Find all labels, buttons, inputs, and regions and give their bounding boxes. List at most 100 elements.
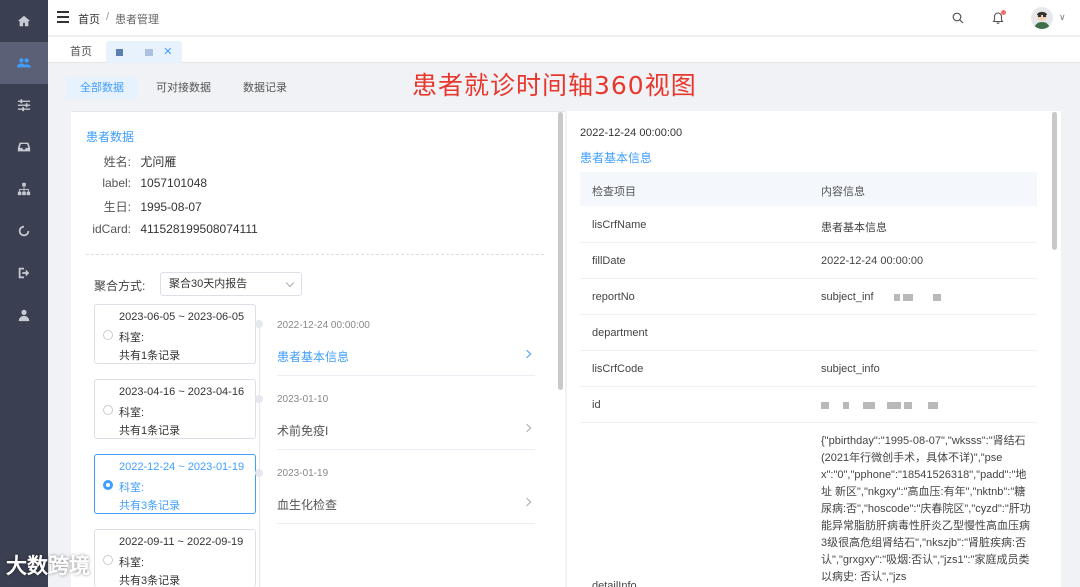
patient-birthday: 1995-08-07 bbox=[140, 200, 202, 214]
sidebar-item-patients[interactable] bbox=[0, 42, 48, 84]
aggregation-label: 聚合方式: bbox=[94, 279, 146, 293]
aggregation-selected-value: 聚合30天内报告 bbox=[169, 278, 248, 290]
inbox-icon bbox=[17, 142, 31, 152]
table-row: lisCrfName 患者基本信息 bbox=[580, 207, 1037, 243]
close-icon[interactable]: ✕ bbox=[163, 46, 172, 58]
row-value: subject_info bbox=[821, 363, 880, 375]
col-item-header: 检查项目 bbox=[592, 186, 636, 198]
sidebar bbox=[0, 0, 48, 587]
detail-info-key: detailInfo bbox=[592, 580, 637, 587]
timeline-dot bbox=[255, 320, 263, 328]
bell-icon[interactable] bbox=[990, 10, 1006, 26]
group-card[interactable]: 2023-06-05 ~ 2023-06-05 科室: 共有1条记录 bbox=[94, 304, 256, 364]
tab-home[interactable]: 首页 bbox=[60, 41, 102, 63]
group-count: 共有3条记录 bbox=[119, 575, 181, 587]
patient-name-row: 姓名: 尤问雁 bbox=[86, 153, 177, 170]
watermark: 大数跨境 bbox=[6, 554, 90, 578]
sidebar-item-sync[interactable] bbox=[0, 210, 48, 252]
row-key: lisCrfName bbox=[592, 219, 647, 231]
group-range: 2022-12-24 ~ 2023-01-19 bbox=[119, 461, 245, 473]
chevron-down-icon[interactable]: ∨ bbox=[1059, 12, 1066, 23]
detail-title: 患者基本信息 bbox=[580, 151, 653, 165]
table-row: reportNo subject_inf bbox=[580, 279, 1037, 315]
patient-name-label: 姓名: bbox=[103, 155, 131, 169]
timeline-item-title[interactable]: 血生化检查 bbox=[277, 496, 337, 513]
home-icon bbox=[17, 15, 31, 27]
row-key: id bbox=[592, 399, 601, 411]
timeline-date: 2023-01-10 bbox=[277, 394, 329, 405]
divider bbox=[86, 254, 544, 255]
sitemap-icon bbox=[17, 182, 31, 196]
row-value: 2022-12-24 00:00:00 bbox=[821, 255, 924, 267]
sidebar-item-logout[interactable] bbox=[0, 252, 48, 294]
table-row: department bbox=[580, 315, 1037, 351]
group-radio[interactable] bbox=[103, 555, 113, 565]
row-value-redacted bbox=[821, 399, 938, 411]
group-card[interactable]: 2023-04-16 ~ 2023-04-16 科室: 共有1条记录 bbox=[94, 379, 256, 439]
sidebar-item-home[interactable] bbox=[0, 0, 48, 42]
group-dept: 科室: bbox=[119, 407, 145, 419]
sidebar-item-user[interactable] bbox=[0, 294, 48, 336]
timeline-separator bbox=[277, 523, 535, 524]
subtab-data-records[interactable]: 数据记录 bbox=[229, 77, 301, 99]
patient-idcard: 411528199508074111 bbox=[140, 222, 258, 236]
timeline-date: 2022-12-24 00:00:00 bbox=[277, 320, 370, 331]
timeline-line bbox=[259, 322, 260, 587]
group-radio-selected[interactable] bbox=[103, 480, 113, 490]
data-subtabs: 全部数据 可对接数据 数据记录 bbox=[66, 77, 305, 99]
breadcrumb-separator: / bbox=[106, 11, 110, 23]
group-dept: 科室: bbox=[119, 482, 145, 494]
detail-table-header: 检查项目 内容信息 bbox=[580, 172, 1037, 206]
redacted-icon bbox=[145, 48, 154, 56]
group-radio[interactable] bbox=[103, 330, 113, 340]
patient-section-title: 患者数据 bbox=[86, 130, 135, 144]
sidebar-item-org[interactable] bbox=[0, 168, 48, 210]
timeline-dot bbox=[255, 469, 263, 477]
breadcrumb-current: 患者管理 bbox=[115, 14, 160, 26]
row-key: fillDate bbox=[592, 255, 626, 267]
scrollbar-left[interactable] bbox=[558, 112, 563, 390]
group-count: 共有1条记录 bbox=[119, 350, 181, 362]
group-card-selected[interactable]: 2022-12-24 ~ 2023-01-19 科室: 共有3条记录 bbox=[94, 454, 256, 514]
refresh-icon bbox=[18, 225, 30, 237]
breadcrumb-home[interactable]: 首页 bbox=[78, 11, 100, 27]
timeline-separator bbox=[277, 375, 535, 376]
scrollbar-right[interactable] bbox=[1052, 112, 1057, 250]
chevron-down-icon bbox=[285, 278, 295, 288]
col-content-header: 内容信息 bbox=[821, 186, 865, 198]
row-value: subject_inf bbox=[821, 291, 874, 303]
aggregation-select[interactable]: 聚合30天内报告 bbox=[160, 272, 302, 296]
patient-name: 尤问雁 bbox=[140, 155, 177, 169]
menu-toggle-icon[interactable] bbox=[57, 11, 69, 23]
page-tabs: 首页 ✕ bbox=[48, 37, 1080, 63]
search-icon[interactable] bbox=[950, 10, 966, 26]
timeline-separator bbox=[277, 449, 535, 450]
group-count: 共有1条记录 bbox=[119, 425, 181, 437]
group-card[interactable]: 2022-09-11 ~ 2022-09-19 科室: 共有3条记录 bbox=[94, 529, 256, 587]
table-row: lisCrfCode subject_info bbox=[580, 351, 1037, 387]
timeline-item-title[interactable]: 术前免疫I bbox=[277, 422, 328, 439]
table-row: fillDate 2022-12-24 00:00:00 bbox=[580, 243, 1037, 279]
subtab-connectable-data[interactable]: 可对接数据 bbox=[142, 77, 225, 99]
group-radio[interactable] bbox=[103, 405, 113, 415]
patient-idcard-row: idCard: 411528199508074111 bbox=[86, 222, 258, 236]
group-range: 2022-09-11 ~ 2022-09-19 bbox=[119, 536, 244, 548]
detail-info-json: {"pbirthday":"1995-08-07","wksss":"肾结石(2… bbox=[821, 435, 1031, 583]
patient-label-label: label: bbox=[102, 176, 131, 190]
tab-patient-detail[interactable]: ✕ bbox=[106, 41, 183, 63]
notification-dot bbox=[1001, 10, 1006, 15]
group-dept: 科室: bbox=[119, 557, 145, 569]
row-value: 患者基本信息 bbox=[821, 222, 887, 234]
sliders-icon bbox=[17, 99, 31, 112]
table-row: id bbox=[580, 387, 1037, 423]
timeline-item-title[interactable]: 患者基本信息 bbox=[277, 348, 349, 365]
sidebar-item-inbox[interactable] bbox=[0, 126, 48, 168]
row-key: reportNo bbox=[592, 291, 635, 303]
users-icon bbox=[17, 58, 31, 68]
sidebar-item-settings[interactable] bbox=[0, 84, 48, 126]
subtab-all-data[interactable]: 全部数据 bbox=[66, 77, 138, 99]
user-icon bbox=[18, 309, 30, 322]
row-value-redacted: subject_inf bbox=[821, 291, 941, 303]
breadcrumb: 首页 / 患者管理 bbox=[78, 11, 159, 27]
avatar[interactable] bbox=[1031, 7, 1053, 29]
